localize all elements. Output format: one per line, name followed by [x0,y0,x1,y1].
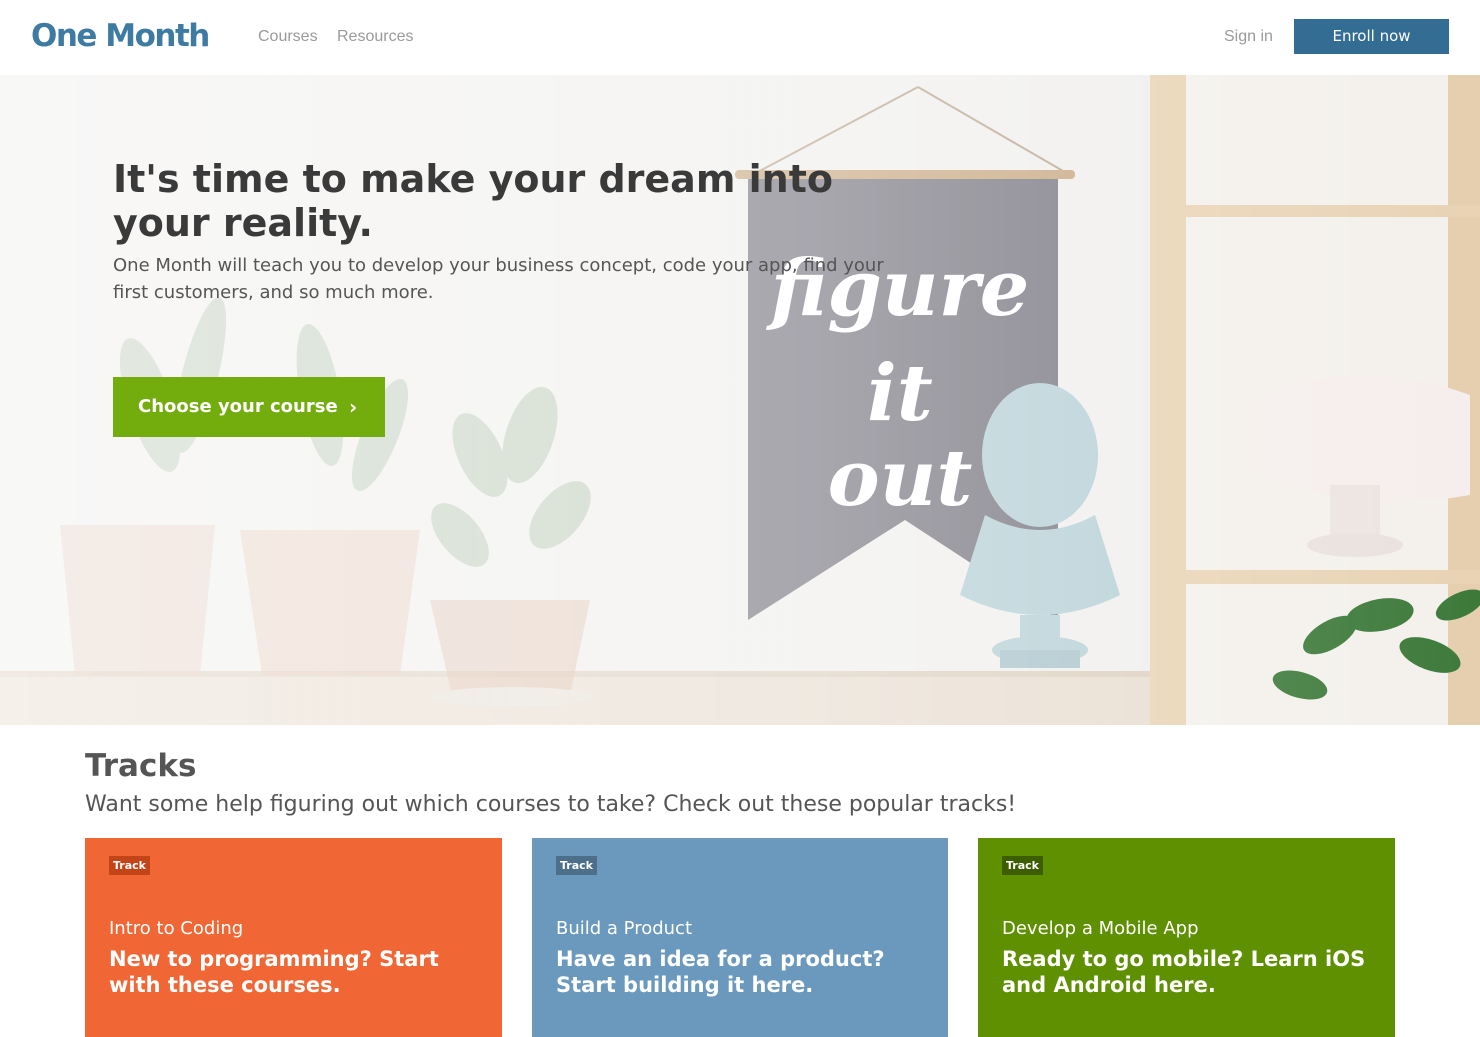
enroll-now-button[interactable]: Enroll now [1294,19,1449,54]
track-description: Ready to go mobile? Learn iOS and Androi… [1002,947,1366,997]
track-badge: Track [1002,856,1043,875]
sign-in-link[interactable]: Sign in [1224,27,1273,47]
hero-section: figure it out [0,75,1480,725]
chevron-right-icon: › [349,395,358,419]
track-badge: Track [556,856,597,875]
one-month-logo[interactable]: One Month [31,16,210,56]
choose-course-label: Choose your course [138,396,338,417]
nav-link-resources[interactable]: Resources [337,27,413,47]
track-card-intro-to-coding[interactable]: Track Intro to Coding New to programming… [85,838,502,1037]
track-description: New to programming? Start with these cou… [109,947,439,997]
track-title: Build a Product [556,918,693,939]
nav-link-courses[interactable]: Courses [258,27,318,47]
hero-title: It's time to make your dream into your r… [113,157,833,245]
top-nav: One Month Courses Resources Sign in Enro… [0,0,1480,75]
track-title: Intro to Coding [109,918,244,939]
tracks-subheading: Want some help figuring out which course… [85,792,1017,817]
track-card-develop-mobile-app[interactable]: Track Develop a Mobile App Ready to go m… [978,838,1395,1037]
track-title: Develop a Mobile App [1002,918,1199,939]
track-badge: Track [109,856,150,875]
hero-subtitle: One Month will teach you to develop your… [113,255,884,303]
track-description: Have an idea for a product? Start buildi… [556,947,885,997]
tracks-heading: Tracks [85,748,197,784]
choose-course-button[interactable]: Choose your course › [113,377,385,437]
track-card-build-a-product[interactable]: Track Build a Product Have an idea for a… [532,838,948,1037]
